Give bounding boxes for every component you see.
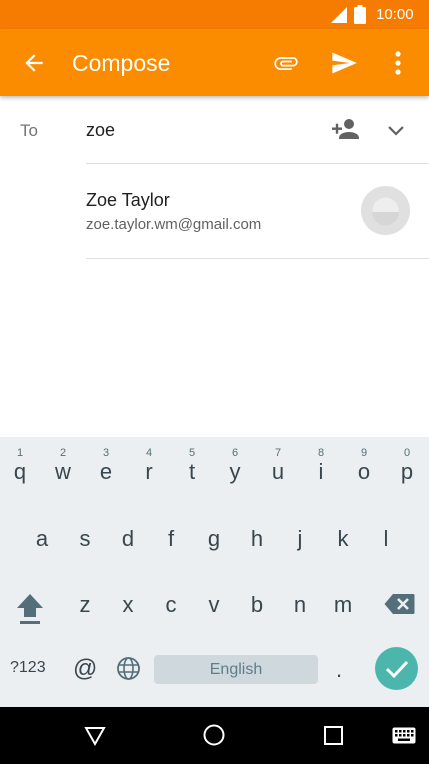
battery-icon	[354, 5, 366, 24]
key-label: f	[167, 526, 175, 551]
to-label: To	[20, 121, 38, 140]
key-label: u	[271, 459, 285, 484]
add-contact-icon[interactable]	[331, 117, 361, 141]
key-label: l	[383, 526, 389, 551]
contact-name: Zoe Taylor	[86, 190, 170, 210]
at-key[interactable]: @	[73, 655, 97, 683]
key-x[interactable]: x	[108, 578, 148, 632]
key-j[interactable]: j	[280, 512, 320, 566]
key-k[interactable]: k	[323, 512, 363, 566]
key-label: w	[55, 459, 71, 484]
key-g[interactable]: g	[194, 512, 234, 566]
key-hint: 7	[274, 447, 282, 459]
app-bar: Compose	[0, 29, 429, 96]
key-label: z	[79, 592, 91, 617]
key-b[interactable]: b	[237, 578, 277, 632]
contact-suggestion[interactable]: Zoe Taylor zoe.taylor.wm@gmail.com	[0, 164, 429, 258]
key-hint: 4	[145, 447, 153, 459]
key-hint: 2	[59, 447, 67, 459]
chevron-down-icon[interactable]	[385, 119, 407, 141]
page-title: Compose	[72, 50, 171, 76]
send-icon[interactable]	[330, 49, 358, 77]
key-h[interactable]: h	[237, 512, 277, 566]
key-label: j	[297, 526, 303, 551]
key-v[interactable]: v	[194, 578, 234, 632]
key-t[interactable]: 5t	[172, 437, 212, 491]
key-label: m	[333, 592, 353, 617]
nav-bar	[0, 707, 429, 764]
key-n[interactable]: n	[280, 578, 320, 632]
key-label: p	[400, 459, 414, 484]
status-time: 10:00	[376, 6, 414, 23]
more-options-icon[interactable]	[386, 48, 410, 78]
key-z[interactable]: z	[65, 578, 105, 632]
key-l[interactable]: l	[366, 512, 406, 566]
key-label: e	[99, 459, 113, 484]
key-hint: 9	[360, 447, 368, 459]
key-m[interactable]: m	[323, 578, 363, 632]
key-hint: 0	[403, 447, 411, 459]
key-label: h	[250, 526, 264, 551]
nav-home-icon[interactable]	[203, 724, 225, 746]
key-label: x	[122, 592, 134, 617]
key-s[interactable]: s	[65, 512, 105, 566]
key-label: o	[357, 459, 371, 484]
key-hint: 1	[16, 447, 24, 459]
key-u[interactable]: 7u	[258, 437, 298, 491]
key-o[interactable]: 9o	[344, 437, 384, 491]
key-d[interactable]: d	[108, 512, 148, 566]
globe-icon[interactable]	[116, 656, 141, 681]
key-label: s	[79, 526, 91, 551]
key-hint: 6	[231, 447, 239, 459]
key-i[interactable]: 8i	[301, 437, 341, 491]
key-label: c	[165, 592, 177, 617]
key-label: i	[318, 459, 324, 484]
key-hint: 5	[188, 447, 196, 459]
back-arrow-icon[interactable]	[21, 50, 47, 76]
symbols-key[interactable]: ?123	[10, 659, 46, 677]
key-w[interactable]: 2w	[43, 437, 83, 491]
key-hint: 3	[102, 447, 110, 459]
contact-email: zoe.taylor.wm@gmail.com	[86, 216, 262, 233]
key-label: a	[35, 526, 49, 551]
key-label: t	[188, 459, 196, 484]
key-r[interactable]: 4r	[129, 437, 169, 491]
divider	[86, 258, 429, 259]
to-row: To	[0, 96, 429, 163]
nav-recents-icon[interactable]	[324, 726, 343, 745]
key-label: r	[145, 459, 153, 484]
default-avatar-icon	[372, 197, 399, 226]
keyboard: 1q 2w 3e 4r 5t 6y 7u 8i 9o 0p a s d f g …	[0, 437, 429, 707]
enter-key[interactable]	[375, 647, 418, 690]
signal-icon	[331, 7, 347, 23]
key-label: k	[337, 526, 349, 551]
key-hint: 8	[317, 447, 325, 459]
status-bar: 10:00	[0, 0, 429, 29]
period-key[interactable]: .	[336, 657, 342, 683]
key-label: y	[229, 459, 241, 484]
key-e[interactable]: 3e	[86, 437, 126, 491]
key-label: q	[13, 459, 27, 484]
nav-back-icon[interactable]	[84, 725, 106, 747]
keyboard-icon[interactable]	[392, 727, 416, 744]
avatar	[361, 186, 410, 235]
attach-icon[interactable]	[272, 49, 300, 77]
key-label: g	[207, 526, 221, 551]
space-key[interactable]: English	[154, 655, 318, 684]
key-c[interactable]: c	[151, 578, 191, 632]
key-a[interactable]: a	[22, 512, 62, 566]
key-label: d	[121, 526, 135, 551]
key-y[interactable]: 6y	[215, 437, 255, 491]
key-q[interactable]: 1q	[0, 437, 40, 491]
check-icon	[385, 660, 409, 679]
to-input[interactable]	[86, 116, 316, 144]
key-f[interactable]: f	[151, 512, 191, 566]
shift-icon[interactable]	[15, 591, 45, 627]
backspace-icon[interactable]	[384, 593, 415, 615]
key-p[interactable]: 0p	[387, 437, 427, 491]
key-label: b	[250, 592, 264, 617]
key-label: n	[293, 592, 307, 617]
key-label: v	[208, 592, 220, 617]
